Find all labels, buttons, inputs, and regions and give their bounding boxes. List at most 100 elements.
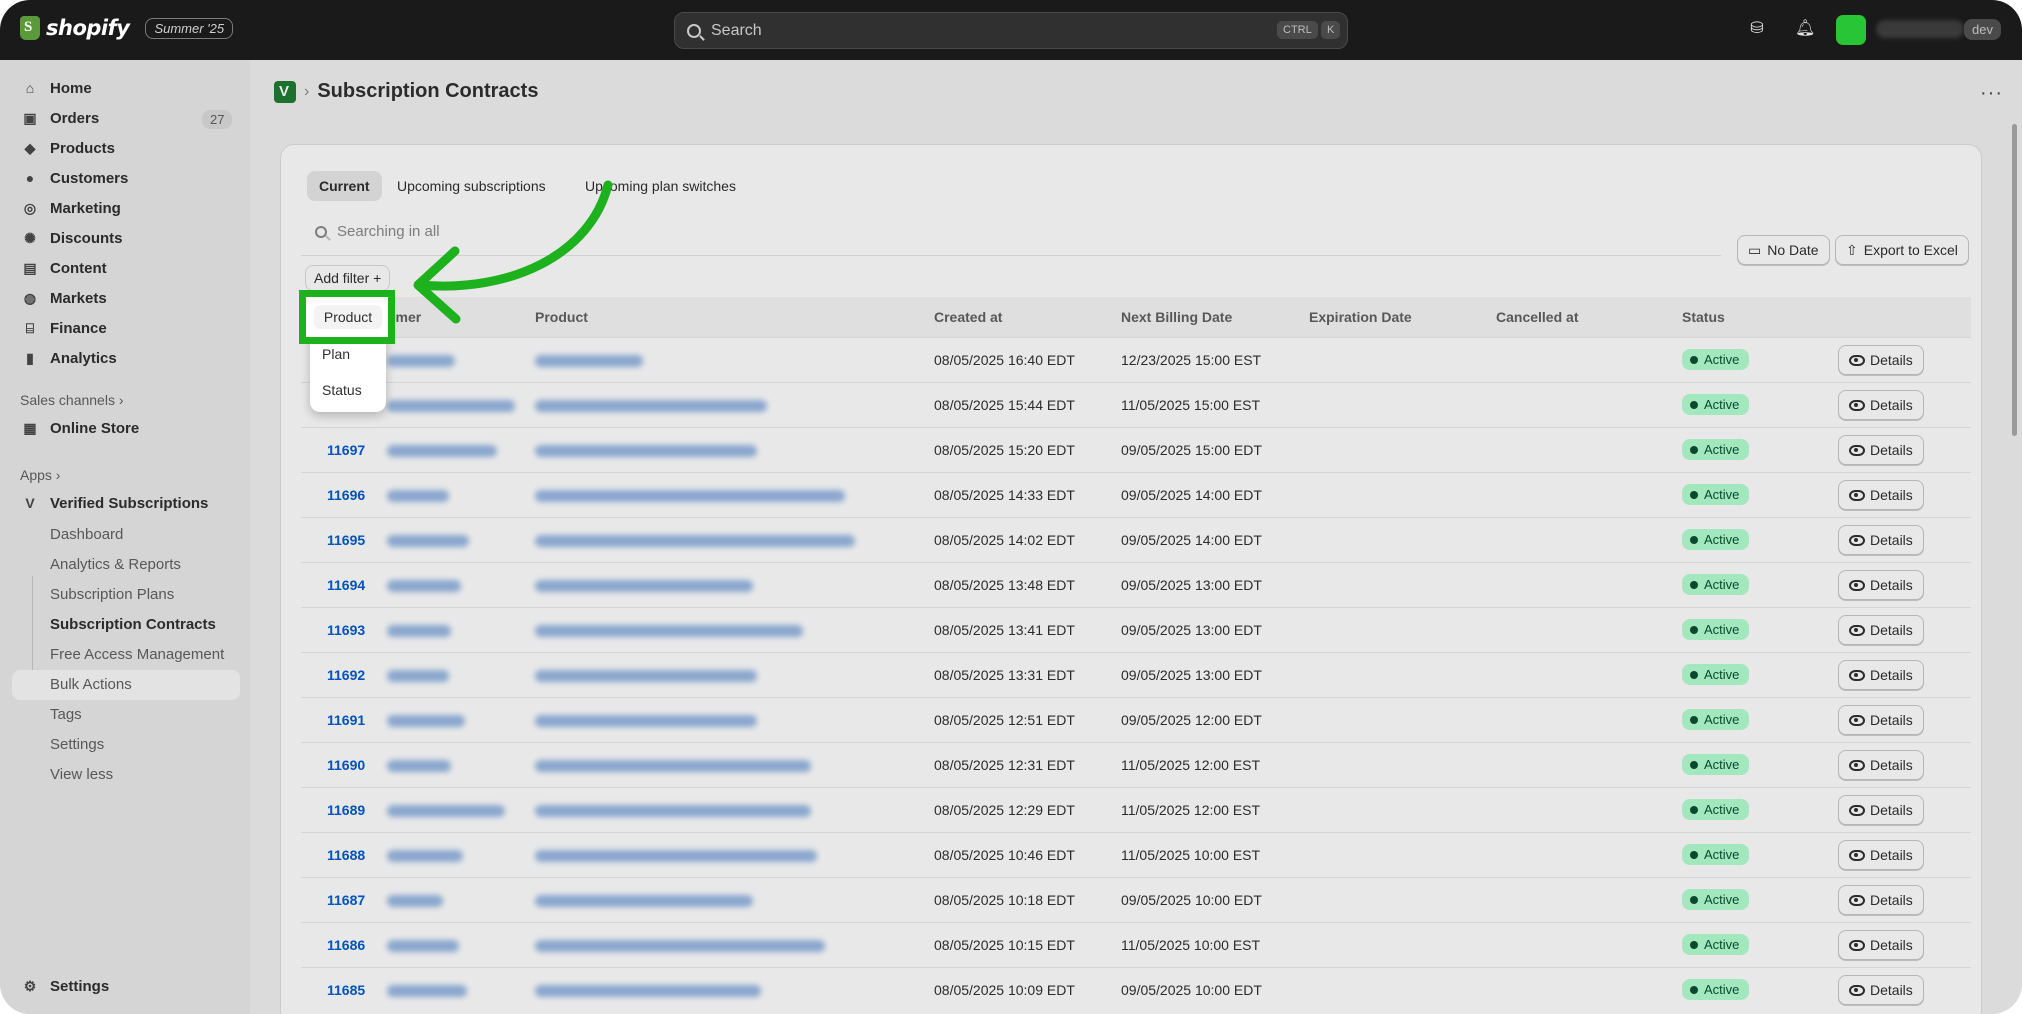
contract-id-link[interactable]: 11697: [327, 442, 365, 458]
product-name-blurred[interactable]: [535, 625, 803, 637]
table-row[interactable]: 11690 08/05/2025 12:31 EDT 11/05/2025 12:0…: [301, 742, 1971, 787]
table-row[interactable]: 11696 08/05/2025 14:33 EDT 09/05/2025 14:0…: [301, 472, 1971, 517]
table-row[interactable]: 11691 08/05/2025 12:51 EDT 09/05/2025 12:0…: [301, 697, 1971, 742]
sidebar-item-analytics[interactable]: ▮ Analytics: [22, 344, 117, 372]
sub-item-settings[interactable]: Settings: [50, 736, 104, 753]
sub-item-subscription-contracts[interactable]: Subscription Contracts: [50, 616, 216, 633]
table-row[interactable]: 08/05/2025 15:44 EDT 11/05/2025 15:00 EST…: [301, 382, 1971, 427]
product-name-blurred[interactable]: [535, 940, 825, 952]
product-name-blurred[interactable]: [535, 715, 757, 727]
customer-name-blurred[interactable]: [387, 400, 515, 412]
contract-id-link[interactable]: 11686: [327, 937, 365, 953]
table-row[interactable]: 11685 08/05/2025 10:09 EDT 09/05/2025 10:0…: [301, 967, 1971, 1012]
customer-name-blurred[interactable]: [387, 895, 443, 907]
sidebar-item-home[interactable]: ⌂ Home: [22, 74, 92, 102]
contract-id-link[interactable]: 11688: [327, 847, 365, 863]
details-button[interactable]: Details: [1838, 795, 1924, 825]
product-name-blurred[interactable]: [535, 535, 855, 547]
contract-id-link[interactable]: 11695: [327, 532, 365, 548]
contract-id-link[interactable]: 11690: [327, 757, 365, 773]
sidebar-item-online-store[interactable]: ▦ Online Store: [22, 414, 139, 442]
table-row[interactable]: 11689 08/05/2025 12:29 EDT 11/05/2025 12:0…: [301, 787, 1971, 832]
customer-name-blurred[interactable]: [387, 985, 467, 997]
global-search[interactable]: Search CTRL K: [674, 12, 1348, 49]
product-name-blurred[interactable]: [535, 580, 753, 592]
no-date-button[interactable]: ▭ No Date: [1737, 235, 1830, 265]
contract-id-link[interactable]: 11689: [327, 802, 365, 818]
table-row[interactable]: 11686 08/05/2025 10:15 EDT 11/05/2025 10:0…: [301, 922, 1971, 967]
store-icon[interactable]: ⛁: [1748, 20, 1766, 38]
details-button[interactable]: Details: [1838, 750, 1924, 780]
details-button[interactable]: Details: [1838, 840, 1924, 870]
details-button[interactable]: Details: [1838, 525, 1924, 555]
product-name-blurred[interactable]: [535, 895, 753, 907]
customer-name-blurred[interactable]: [387, 805, 505, 817]
product-name-blurred[interactable]: [535, 355, 643, 367]
table-row[interactable]: 11695 08/05/2025 14:02 EDT 09/05/2025 14:0…: [301, 517, 1971, 562]
table-row[interactable]: 11692 08/05/2025 13:31 EDT 09/05/2025 13:0…: [301, 652, 1971, 697]
sidebar-item-content[interactable]: ▤ Content: [22, 254, 106, 282]
customer-name-blurred[interactable]: [387, 940, 459, 952]
sidebar-item-finance[interactable]: ⌸ Finance: [22, 314, 107, 342]
contract-id-link[interactable]: 11687: [327, 892, 365, 908]
details-button[interactable]: Details: [1838, 660, 1924, 690]
contract-id-link[interactable]: 11696: [327, 487, 365, 503]
sidebar-item-markets[interactable]: ◍ Markets: [22, 284, 107, 312]
sidebar-item-discounts[interactable]: ✺ Discounts: [22, 224, 122, 252]
customer-name-blurred[interactable]: [387, 670, 449, 682]
customer-name-blurred[interactable]: [387, 760, 451, 772]
product-name-blurred[interactable]: [535, 760, 811, 772]
sidebar-item-orders[interactable]: ▣ Orders: [22, 104, 99, 132]
sub-item-subscription-plans[interactable]: Subscription Plans: [50, 586, 174, 603]
details-button[interactable]: Details: [1838, 885, 1924, 915]
details-button[interactable]: Details: [1838, 345, 1924, 375]
details-button[interactable]: Details: [1838, 615, 1924, 645]
sub-item-dashboard[interactable]: Dashboard: [50, 526, 123, 543]
store-name-blurred[interactable]: [1876, 20, 1964, 38]
app-logo-icon[interactable]: [274, 80, 296, 103]
sub-item-free-access[interactable]: Free Access Management: [50, 646, 224, 663]
details-button[interactable]: Details: [1838, 435, 1924, 465]
details-button[interactable]: Details: [1838, 975, 1924, 1005]
table-row[interactable]: 11693 08/05/2025 13:41 EDT 09/05/2025 13:0…: [301, 607, 1971, 652]
customer-name-blurred[interactable]: [387, 535, 469, 547]
sidebar-item-marketing[interactable]: ◎ Marketing: [22, 194, 121, 222]
tab-current[interactable]: Current: [307, 171, 382, 201]
contract-id-link[interactable]: 11685: [327, 982, 365, 998]
shopify-logo[interactable]: shopify Summer '25: [20, 16, 234, 40]
table-row[interactable]: 11687 08/05/2025 10:18 EDT 09/05/2025 10:0…: [301, 877, 1971, 922]
sub-item-analytics-reports[interactable]: Analytics & Reports: [50, 556, 181, 573]
more-actions-icon[interactable]: ···: [1980, 82, 2003, 105]
sales-channels-heading[interactable]: Sales channels ›: [20, 392, 124, 408]
export-button[interactable]: ⇧ Export to Excel: [1835, 235, 1969, 265]
sidebar-item-verified-subscriptions[interactable]: V Verified Subscriptions: [22, 489, 208, 517]
details-button[interactable]: Details: [1838, 930, 1924, 960]
avatar[interactable]: [1836, 15, 1866, 45]
customer-name-blurred[interactable]: [387, 355, 455, 367]
details-button[interactable]: Details: [1838, 570, 1924, 600]
add-filter-button[interactable]: Add filter +: [305, 265, 391, 291]
sub-item-bulk-actions[interactable]: Bulk Actions: [50, 676, 132, 693]
sub-item-tags[interactable]: Tags: [50, 706, 82, 723]
contract-id-link[interactable]: 11693: [327, 622, 365, 638]
sidebar-item-customers[interactable]: ● Customers: [22, 164, 129, 192]
table-row[interactable]: 11697 08/05/2025 15:20 EDT 09/05/2025 15:0…: [301, 427, 1971, 472]
apps-heading[interactable]: Apps ›: [20, 467, 60, 483]
customer-name-blurred[interactable]: [387, 445, 497, 457]
customer-name-blurred[interactable]: [387, 580, 461, 592]
table-row[interactable]: 08/05/2025 16:40 EDT 12/23/2025 15:00 EST…: [301, 337, 1971, 382]
product-name-blurred[interactable]: [535, 985, 761, 997]
product-name-blurred[interactable]: [535, 805, 811, 817]
sub-item-view-less[interactable]: View less: [50, 766, 113, 783]
product-name-blurred[interactable]: [535, 400, 767, 412]
customer-name-blurred[interactable]: [387, 625, 451, 637]
product-name-blurred[interactable]: [535, 670, 757, 682]
details-button[interactable]: Details: [1838, 390, 1924, 420]
customer-name-blurred[interactable]: [387, 715, 465, 727]
customer-name-blurred[interactable]: [387, 490, 449, 502]
contract-id-link[interactable]: 11694: [327, 577, 365, 593]
details-button[interactable]: Details: [1838, 705, 1924, 735]
bell-icon[interactable]: 🔔︎: [1795, 20, 1815, 38]
sidebar-item-products[interactable]: ◆ Products: [22, 134, 115, 162]
customer-name-blurred[interactable]: [387, 850, 463, 862]
